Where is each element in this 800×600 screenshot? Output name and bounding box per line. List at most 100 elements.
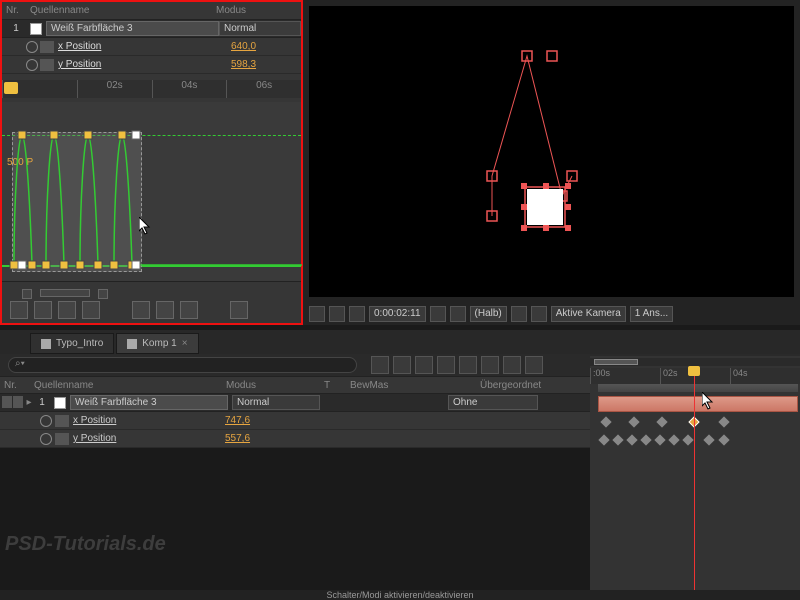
layer-color-swatch[interactable] [54,397,66,409]
graph-editor[interactable]: 500 P [2,102,301,282]
keyframe-icon[interactable] [626,434,637,445]
tab-komp-1[interactable]: Komp 1 × [116,333,198,354]
property-name[interactable]: x Position [73,415,225,426]
keyframe-icon[interactable] [628,416,639,427]
fit-all-icon[interactable] [156,301,174,319]
graph-type-icon[interactable] [34,301,52,319]
eye-icon[interactable] [10,301,28,319]
time-tick: 04s [730,368,800,384]
stopwatch-icon[interactable] [40,433,52,445]
graph-editor-icon[interactable] [481,356,499,374]
mask-icon[interactable] [349,306,365,322]
col-parent: Übergeordnet [480,380,590,391]
y-position-row[interactable]: y Position 598,3 [2,56,301,74]
keyframe-icon[interactable] [718,434,729,445]
keyframe-options-icon[interactable] [230,301,248,319]
property-name[interactable]: y Position [73,433,225,444]
graph-toggle-icon[interactable] [55,415,69,427]
3d-icon[interactable] [459,356,477,374]
navigator-range[interactable] [594,359,638,365]
shy-toggle-icon[interactable] [525,356,543,374]
stopwatch-icon[interactable] [26,59,38,71]
time-ruler[interactable]: 02s 04s 06s [2,80,301,98]
keyframe-icon[interactable] [703,434,714,445]
visibility-toggles[interactable] [2,396,24,410]
camera-dropdown[interactable]: Aktive Kamera [551,306,626,322]
layer-row[interactable]: 1 Weiß Farbfläche 3 Normal [2,20,301,38]
brainstorm-icon[interactable] [503,356,521,374]
pixel-icon[interactable] [393,356,411,374]
keyframe-icon[interactable] [668,434,679,445]
graph-toggle-icon[interactable] [55,433,69,445]
property-value[interactable]: 598,3 [231,59,301,70]
keyframe-icon[interactable] [656,416,667,427]
keyframe-icon[interactable] [654,434,665,445]
curve-svg [2,102,302,282]
transparency-icon[interactable] [531,306,547,322]
property-value[interactable]: 557,6 [225,433,250,444]
shy-icon[interactable] [371,356,389,374]
keyframe-icon[interactable] [598,434,609,445]
fit-icon[interactable] [132,301,150,319]
keyframe-icon[interactable] [640,434,651,445]
stopwatch-icon[interactable] [26,41,38,53]
playhead-indicator[interactable] [4,82,18,94]
zoom-slider[interactable] [40,289,90,297]
blur-icon[interactable] [415,356,433,374]
edit-icon[interactable] [58,301,76,319]
keyframe-icon[interactable] [718,416,729,427]
zoomed-timeline-panel: Nr. Quellenname Modus 1 Weiß Farbfläche … [0,0,303,325]
auto-zoom-icon[interactable] [180,301,198,319]
grid-icon[interactable] [329,306,345,322]
layer-color-swatch[interactable] [30,23,42,35]
layer-name-field[interactable]: Weiß Farbfläche 3 [70,395,228,410]
x-position-row[interactable]: x Position 747,6 [0,412,590,430]
zoom-min-icon[interactable] [22,289,32,299]
viewport[interactable] [309,6,794,297]
time-navigator[interactable] [590,358,800,366]
stopwatch-icon[interactable] [40,415,52,427]
x-keyframe-row[interactable] [590,413,800,431]
snapshot-icon[interactable] [430,306,446,322]
property-name[interactable]: x Position [58,41,231,52]
motion-path [477,41,607,241]
col-t: T [324,380,350,391]
timecode-display[interactable]: 0:00:02:11 [369,306,426,322]
composition-tabs: Typo_Intro Komp 1 × [0,330,800,354]
watermark: PSD-Tutorials.de [5,533,166,556]
roi-icon[interactable] [511,306,527,322]
channel-icon[interactable] [450,306,466,322]
resolution-dropdown[interactable]: (Halb) [470,306,507,322]
playhead[interactable] [694,366,695,590]
layer-row[interactable]: ▸ 1 Weiß Farbfläche 3 Normal Ohne [0,394,590,412]
parent-dropdown[interactable]: Ohne [448,395,538,410]
col-nr: Nr. [6,5,30,16]
twirl-icon[interactable]: ▸ [24,397,34,408]
blend-mode-dropdown[interactable]: Normal [232,395,320,410]
property-value[interactable]: 747,6 [225,415,250,426]
y-keyframe-row[interactable] [590,431,800,449]
keyframe-icon[interactable] [612,434,623,445]
blend-mode-dropdown[interactable]: Normal [219,21,301,36]
layer-name-field[interactable]: Weiß Farbfläche 3 [46,21,219,36]
zoom-max-icon[interactable] [98,289,108,299]
keyframe-icon[interactable] [682,434,693,445]
property-name[interactable]: y Position [58,59,231,70]
layer-number: 1 [6,23,26,34]
x-position-row[interactable]: x Position 640,0 [2,38,301,56]
views-dropdown[interactable]: 1 Ans... [630,306,673,322]
graph-toggle-icon[interactable] [40,59,54,71]
keyframe-icon[interactable] [600,416,611,427]
layer-duration-bar[interactable] [598,396,798,412]
property-value[interactable]: 640,0 [231,41,301,52]
magnification-icon[interactable] [309,306,325,322]
work-area-bar[interactable] [598,384,798,392]
y-position-row[interactable]: y Position 557,6 [0,430,590,448]
search-input[interactable]: ⌕▾ [8,357,357,373]
snap-icon[interactable] [82,301,100,319]
graph-toggle-icon[interactable] [40,41,54,53]
tab-typo-intro[interactable]: Typo_Intro [30,333,114,354]
timeline-tracks[interactable]: :00s 02s 04s [590,356,800,590]
frame-blend-icon[interactable] [437,356,455,374]
close-icon[interactable]: × [182,338,188,349]
